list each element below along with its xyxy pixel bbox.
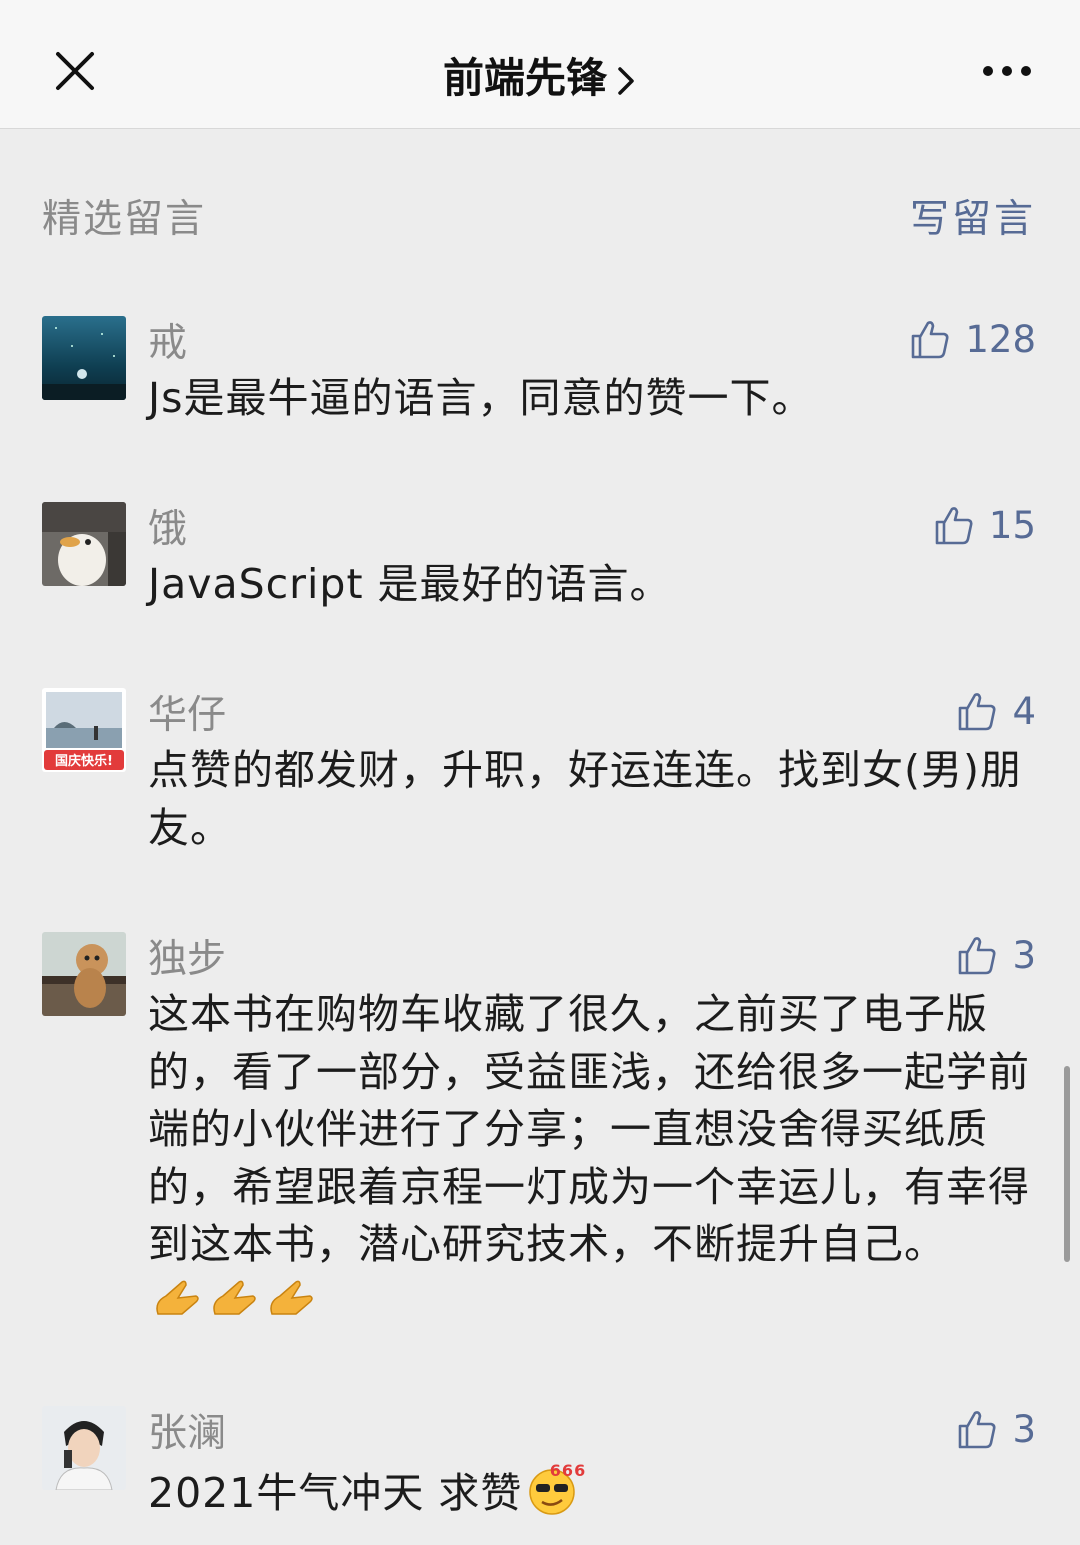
- thumbs-up-icon: [959, 693, 996, 731]
- like-button[interactable]: 3: [956, 930, 1036, 980]
- avatar[interactable]: 国庆快乐!: [42, 688, 126, 772]
- section-title: 精选留言: [42, 197, 207, 242]
- like-button[interactable]: 128: [909, 314, 1036, 364]
- avatar[interactable]: [42, 502, 126, 586]
- comment-nickname: 华仔: [148, 693, 227, 738]
- comment-text: JavaScript 是最好的语言。: [148, 560, 672, 608]
- comment-text: 2021牛气冲天 求赞 666: [148, 1460, 1038, 1532]
- comment-text: 这本书在购物车收藏了很久，之前买了电子版的，看了一部分，受益匪浅，还给很多一起学…: [148, 986, 1038, 1335]
- avatar[interactable]: [42, 1406, 126, 1490]
- account-title-link[interactable]: 前端先锋: [0, 44, 1080, 104]
- comment-nickname: 戒: [148, 321, 188, 366]
- scrollbar[interactable]: [1064, 1066, 1070, 1262]
- comment-nickname: 独步: [148, 937, 227, 982]
- thumbs-up-icon: [959, 1411, 996, 1449]
- like-count: 15: [988, 503, 1036, 547]
- comments-section-header: 精选留言 写留言: [0, 180, 1080, 242]
- nav-bar: 前端先锋: [0, 0, 1080, 129]
- more-icon[interactable]: [980, 60, 1036, 82]
- comment-nickname: 张澜: [148, 1411, 227, 1456]
- comment-text-body: 这本书在购物车收藏了很久，之前买了电子版的，看了一部分，受益匪浅，还给很多一起学…: [148, 990, 1030, 1268]
- 666-emoji-icon: 666: [526, 1460, 586, 1532]
- like-count: 128: [965, 317, 1036, 361]
- avatar-badge-text: 国庆快乐!: [55, 753, 113, 769]
- thumbs-up-icon: [959, 937, 996, 975]
- avatar[interactable]: [42, 932, 126, 1016]
- page-title: 前端先锋: [443, 54, 607, 102]
- avatar[interactable]: [42, 316, 126, 400]
- comment-text: 点赞的都发财，升职，好运连连。找到女(男)朋友。: [148, 746, 1022, 852]
- like-button[interactable]: 4: [956, 686, 1036, 736]
- like-button[interactable]: 3: [956, 1404, 1036, 1454]
- emoji-caption: 666: [550, 1461, 586, 1480]
- comment-nickname: 饿: [148, 507, 188, 552]
- thumbs-up-icon: [935, 507, 973, 545]
- chevron-right-icon: [618, 67, 634, 95]
- comment-text: Js是最牛逼的语言，同意的赞一下。: [148, 374, 814, 422]
- comment-text-body: 2021牛气冲天 求赞: [148, 1468, 523, 1517]
- like-count: 3: [1012, 1407, 1036, 1451]
- like-count: 4: [1012, 689, 1036, 733]
- like-button[interactable]: 15: [933, 500, 1036, 550]
- ok-hand-emoji-icon: [152, 1274, 324, 1336]
- write-comment-button[interactable]: 写留言: [910, 188, 1036, 244]
- thumbs-up-icon: [912, 321, 949, 359]
- like-count: 3: [1012, 933, 1036, 977]
